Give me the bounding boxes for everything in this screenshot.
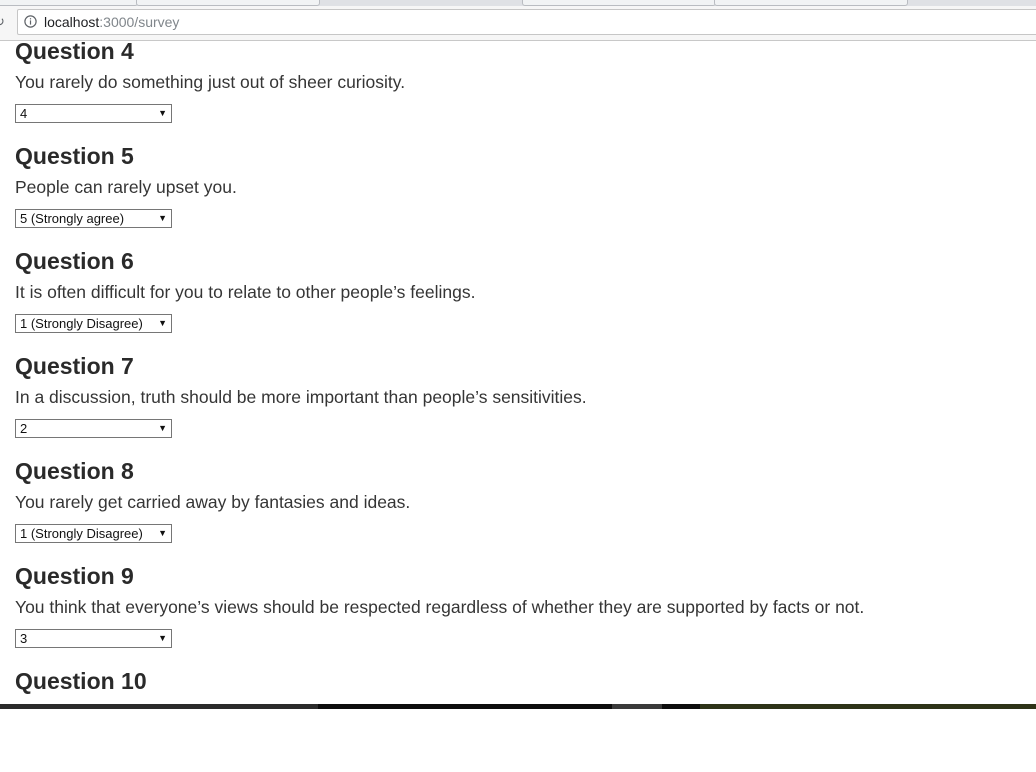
url-text[interactable]: localhost:3000/survey (44, 14, 179, 30)
question-10: Question 10 (15, 667, 1025, 772)
survey-content: Question 4 You rarely do something just … (15, 37, 1025, 772)
answer-select[interactable]: 4 ▼ (15, 104, 172, 123)
question-text: People can rarely upset you. (15, 177, 237, 197)
question-5: Question 5 People can rarely upset you. … (15, 142, 1025, 247)
chevron-down-icon: ▼ (158, 213, 167, 223)
answer-selected-value: 5 (Strongly agree) (20, 211, 125, 226)
info-icon[interactable] (24, 15, 37, 28)
question-title: Question 6 (15, 248, 134, 274)
question-text: You rarely do something just out of shee… (15, 72, 406, 92)
question-text: In a discussion, truth should be more im… (15, 387, 587, 407)
answer-selected-value: 1 (Strongly Disagree) (20, 526, 143, 541)
question-8: Question 8 You rarely get carried away b… (15, 457, 1025, 562)
question-title: Question 9 (15, 563, 134, 589)
question-7: Question 7 In a discussion, truth should… (15, 352, 1025, 457)
taskbar-edge (0, 704, 1036, 709)
browser-toolbar: ↻ localhost:3000/survey (0, 6, 1036, 41)
address-bar[interactable]: localhost:3000/survey (17, 9, 1036, 35)
answer-select[interactable]: 2 ▼ (15, 419, 172, 438)
chevron-down-icon: ▼ (158, 633, 167, 643)
answer-select[interactable]: 1 (Strongly Disagree) ▼ (15, 314, 172, 333)
question-4: Question 4 You rarely do something just … (15, 37, 1025, 142)
question-title: Question 7 (15, 353, 134, 379)
answer-selected-value: 2 (20, 421, 28, 436)
answer-selected-value: 4 (20, 106, 28, 121)
answer-selected-value: 3 (20, 631, 28, 646)
answer-selected-value: 1 (Strongly Disagree) (20, 316, 143, 331)
question-9: Question 9 You think that everyone’s vie… (15, 562, 1025, 667)
question-title: Question 5 (15, 143, 134, 169)
answer-select[interactable]: 5 (Strongly agree) ▼ (15, 209, 172, 228)
answer-select[interactable]: 3 ▼ (15, 629, 172, 648)
taskbar-segment (700, 704, 1036, 709)
chevron-down-icon: ▼ (158, 108, 167, 118)
question-6: Question 6 It is often difficult for you… (15, 247, 1025, 352)
taskbar-segment (612, 704, 662, 709)
url-path: :3000/survey (99, 14, 180, 30)
answer-select[interactable]: 1 (Strongly Disagree) ▼ (15, 524, 172, 543)
question-title: Question 8 (15, 458, 134, 484)
question-text: You rarely get carried away by fantasies… (15, 492, 411, 512)
chevron-down-icon: ▼ (158, 528, 167, 538)
question-text: It is often difficult for you to relate … (15, 282, 476, 302)
question-title: Question 4 (15, 38, 134, 64)
question-title: Question 10 (15, 668, 147, 694)
question-text: You think that everyone’s views should b… (15, 597, 865, 617)
chevron-down-icon: ▼ (158, 318, 167, 328)
url-host: localhost (44, 14, 100, 30)
chevron-down-icon: ▼ (158, 423, 167, 433)
taskbar-segment (0, 704, 318, 709)
reload-icon[interactable]: ↻ (0, 15, 6, 29)
